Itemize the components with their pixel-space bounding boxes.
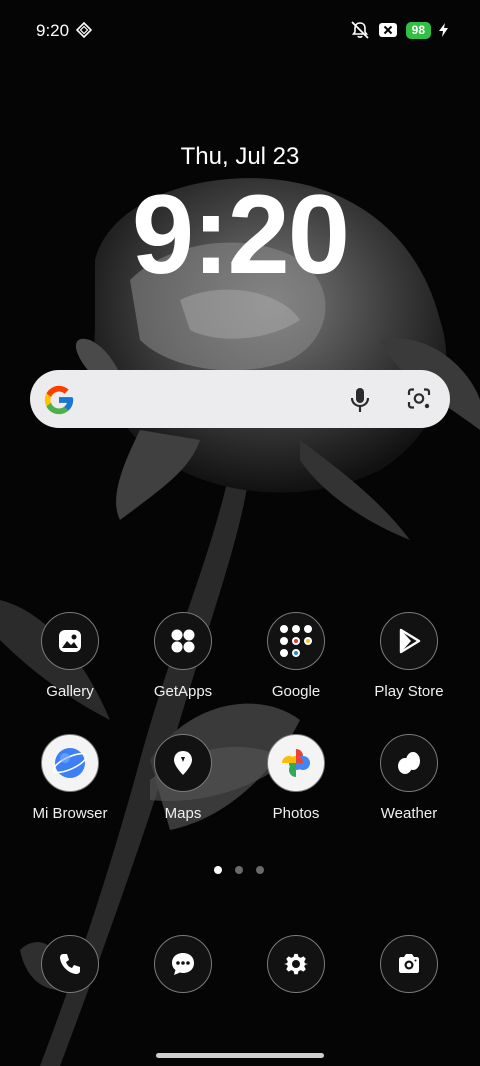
getapps-icon: [171, 629, 195, 653]
app-play-store[interactable]: Play Store: [359, 612, 459, 700]
settings-icon: [284, 953, 308, 975]
photos-icon: [282, 749, 310, 777]
app-label: Play Store: [374, 683, 444, 700]
play-store-icon: [399, 628, 421, 654]
maps-icon: [174, 751, 192, 775]
battery-level: 98: [405, 21, 431, 39]
lens-icon[interactable]: [406, 387, 432, 411]
app-photos[interactable]: Photos: [246, 734, 346, 822]
date-label: Thu, Jul 23: [180, 143, 300, 170]
app-mi-browser[interactable]: Mi Browser: [20, 734, 120, 822]
app-label: Google: [271, 683, 321, 700]
status-icons: 98: [350, 20, 448, 40]
app-weather[interactable]: Weather: [359, 734, 459, 822]
status-bar: 9:20 98: [0, 0, 480, 60]
app-label: GetApps: [153, 683, 213, 700]
page-dot-active: [214, 866, 222, 874]
sim-x-icon: [378, 23, 397, 37]
page-indicator: [214, 866, 264, 874]
app-maps[interactable]: Maps: [133, 734, 233, 822]
dock-settings[interactable]: [267, 935, 325, 993]
bell-muted-icon: [351, 21, 369, 39]
gallery-icon: [59, 630, 81, 652]
app-google-folder[interactable]: Google: [246, 612, 346, 700]
status-time: 9:20: [36, 21, 70, 40]
clock-time[interactable]: 9:20: [0, 170, 480, 299]
page-dot: [235, 866, 243, 874]
messages-icon: [172, 953, 194, 975]
mi-browser-icon: [52, 748, 88, 778]
app-label: Mi Browser: [32, 805, 108, 822]
dock-messages[interactable]: [154, 935, 212, 993]
dock-camera[interactable]: [380, 935, 438, 993]
phone-icon: [60, 954, 80, 974]
app-label: Weather: [380, 805, 438, 822]
app-label: Gallery: [46, 683, 94, 700]
camera-icon: [399, 954, 419, 973]
app-label: Photos: [272, 805, 320, 822]
charging-bolt-icon: [439, 23, 448, 37]
mic-icon[interactable]: [348, 387, 372, 413]
home-gesture-bar[interactable]: [156, 1053, 324, 1058]
weather-icon: [398, 752, 420, 774]
app-getapps[interactable]: GetApps: [133, 612, 233, 700]
app-label: Maps: [164, 805, 202, 822]
google-search-bar[interactable]: [30, 370, 450, 428]
dock-phone[interactable]: [41, 935, 99, 993]
google-folder-icon: [280, 625, 312, 657]
page-dot: [256, 866, 264, 874]
vpn-diamond-icon: [76, 22, 92, 38]
app-gallery[interactable]: Gallery: [20, 612, 120, 700]
google-g-icon: [44, 385, 74, 415]
